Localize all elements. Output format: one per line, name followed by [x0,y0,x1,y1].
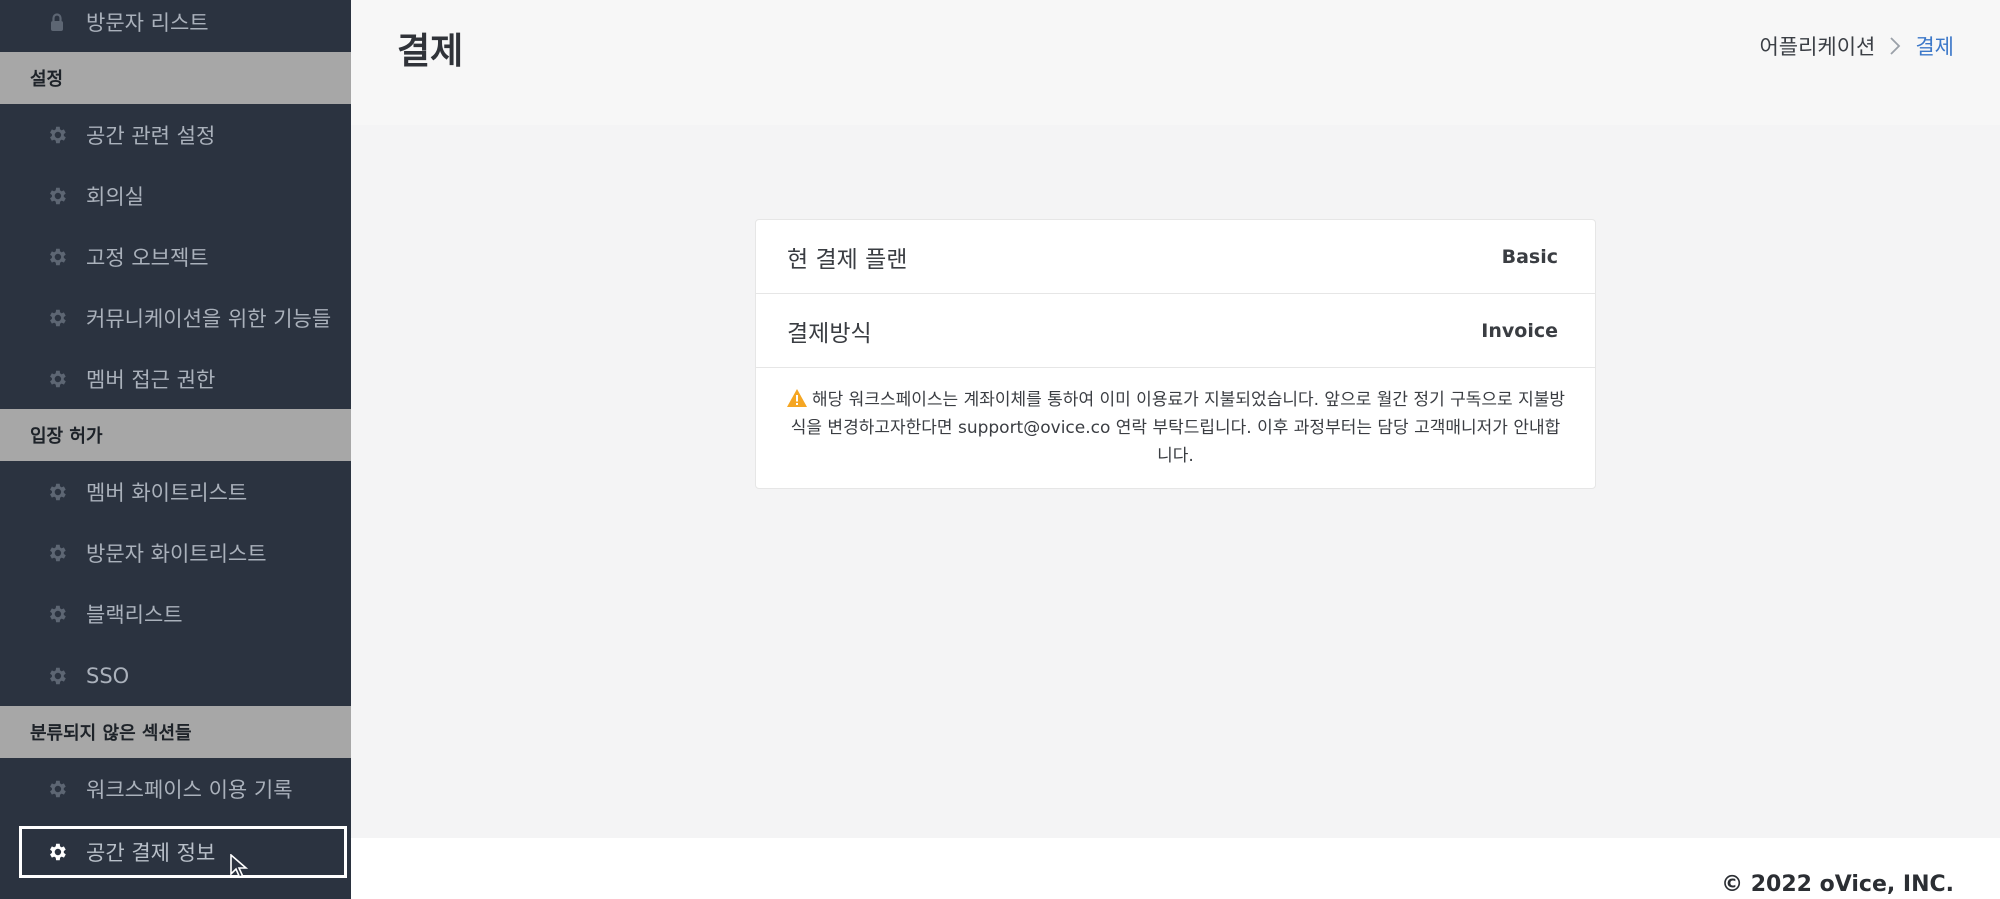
page-title: 결제 [397,31,464,72]
sidebar-item-label: 방문자 리스트 [86,10,209,35]
gear-icon [46,185,68,207]
sidebar-section-settings: 설정 [0,52,351,104]
sidebar-item-meeting-room[interactable]: 회의실 [0,165,351,226]
mouse-cursor-icon [230,854,249,879]
plan-label: 현 결제 플랜 [787,246,908,273]
gear-icon [46,307,68,329]
sidebar: 방문자 리스트 설정 공간 관련 설정 회의실 고정 오브젝트 커뮤니케이션을 … [0,0,351,899]
gear-icon [46,778,68,800]
gear-icon [46,841,68,863]
gear-icon [46,603,68,625]
gear-icon [46,542,68,564]
payment-notice: 해당 워크스페이스는 계좌이체를 통하여 이미 이용료가 지불되었습니다. 앞으… [756,368,1595,470]
sidebar-item-label: 멤버 화이트리스트 [86,480,248,505]
sidebar-item-label: 공간 관련 설정 [86,123,216,148]
sidebar-item-visitor-whitelist[interactable]: 방문자 화이트리스트 [0,522,351,583]
breadcrumb-current: 결제 [1915,35,1954,59]
plan-row: 현 결제 플랜 Basic [756,220,1595,294]
gear-icon [46,665,68,687]
gear-icon [46,124,68,146]
sidebar-item-fixed-objects[interactable]: 고정 오브젝트 [0,226,351,287]
breadcrumb-parent-link[interactable]: 어플리케이션 [1759,31,1875,61]
payment-method-label: 결제방식 [787,320,872,347]
sidebar-item-workspace-usage-log[interactable]: 워크스페이스 이용 기록 [0,758,351,819]
payment-method-value: Invoice [1481,319,1558,342]
sidebar-item-label: 블랙리스트 [86,602,183,627]
payment-notice-text: 해당 워크스페이스는 계좌이체를 통하여 이미 이용료가 지불되었습니다. 앞으… [790,390,1566,466]
sidebar-item-member-whitelist[interactable]: 멤버 화이트리스트 [0,461,351,522]
sidebar-item-space-settings[interactable]: 공간 관련 설정 [0,104,351,165]
sidebar-item-label: SSO [86,663,130,688]
sidebar-item-communication-features[interactable]: 커뮤니케이션을 위한 기능들 [0,287,351,348]
lock-icon [46,11,68,33]
sidebar-section-uncategorized: 분류되지 않은 섹션들 [0,706,351,758]
gear-icon [46,368,68,390]
chevron-right-icon [1889,36,1901,56]
copyright: © 2022 oVice, INC. [1721,872,1954,897]
sidebar-item-sso[interactable]: SSO [0,645,351,706]
sidebar-item-member-access[interactable]: 멤버 접근 권한 [0,348,351,409]
sidebar-item-blacklist[interactable]: 블랙리스트 [0,583,351,644]
warning-icon [787,389,807,407]
sidebar-item-label: 방문자 화이트리스트 [86,541,267,566]
plan-value: Basic [1501,245,1558,268]
gear-icon [46,246,68,268]
gear-icon [46,481,68,503]
footer: © 2022 oVice, INC. [351,838,2000,899]
payment-method-row: 결제방식 Invoice [756,294,1595,368]
page-header [351,0,2000,125]
breadcrumb: 어플리케이션 결제 [1759,31,1954,61]
sidebar-item-label: 공간 결제 정보 [86,841,216,865]
sidebar-section-entry-permission: 입장 허가 [0,409,351,461]
billing-card: 현 결제 플랜 Basic 결제방식 Invoice 해당 워크스페이스는 계좌… [755,219,1596,489]
sidebar-item-label: 회의실 [86,184,144,209]
sidebar-item-label: 워크스페이스 이용 기록 [86,777,293,802]
sidebar-item-space-payment-info[interactable]: 공간 결제 정보 [19,826,347,878]
sidebar-item-label: 고정 오브젝트 [86,245,209,270]
sidebar-item-visitor-list[interactable]: 방문자 리스트 [0,0,351,52]
sidebar-item-label: 멤버 접근 권한 [86,367,216,392]
sidebar-item-label: 커뮤니케이션을 위한 기능들 [86,306,332,331]
